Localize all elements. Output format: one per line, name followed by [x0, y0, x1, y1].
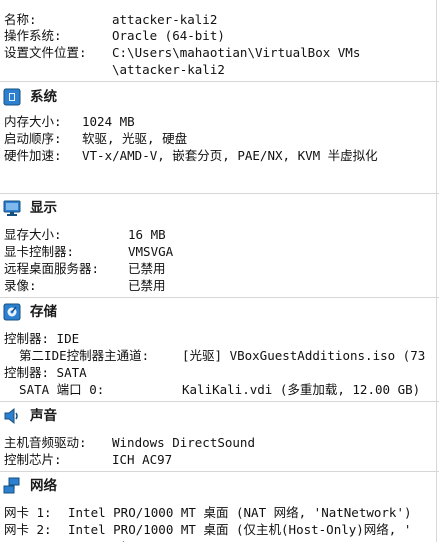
section-audio-header[interactable]: 声音 [0, 403, 439, 429]
display-recording-value: 已禁用 [128, 278, 166, 293]
storage-ide-port-label: 第二IDE控制器主通道: [4, 348, 150, 363]
audio-chip-row: 控制芯片: ICH AC97 [4, 452, 172, 468]
system-boot-row: 启动顺序: 软驱, 光驱, 硬盘 [4, 131, 187, 147]
system-boot-value: 软驱, 光驱, 硬盘 [82, 131, 188, 146]
general-config-cont-row: \attacker-kali2 [112, 62, 225, 78]
audio-driver-value: Windows DirectSound [112, 435, 255, 450]
display-rdp-row: 远程桌面服务器: 已禁用 [4, 261, 166, 277]
section-display-title: 显示 [30, 200, 57, 216]
section-divider [0, 193, 439, 194]
display-controller-label: 显卡控制器: [4, 244, 75, 259]
general-config-value: C:\Users\mahaotian\VirtualBox VMs [112, 45, 361, 60]
section-divider [0, 297, 439, 298]
display-controller-value: VMSVGA [128, 244, 174, 259]
section-system-title: 系统 [30, 89, 57, 105]
general-config-value-cont: \attacker-kali2 [112, 62, 225, 77]
section-divider [0, 471, 439, 472]
network-icon [3, 477, 21, 495]
display-recording-row: 录像: 已禁用 [4, 278, 166, 294]
system-memory-label: 内存大小: [4, 114, 62, 129]
network-nic1-label: 网卡 1: [4, 505, 52, 520]
section-system-header[interactable]: 系统 [0, 84, 439, 110]
audio-driver-label: 主机音频驱动: [4, 435, 87, 450]
storage-sata-port-label: SATA 端口 0: [4, 382, 105, 397]
section-storage-header[interactable]: 存储 [0, 299, 439, 325]
display-recording-label: 录像: [4, 278, 37, 293]
storage-ide-label: 控制器: IDE [4, 331, 80, 346]
display-controller-row: 显卡控制器: VMSVGA [4, 244, 173, 260]
display-vram-value: 16 MB [128, 227, 166, 242]
network-nic2-label: 网卡 2: [4, 522, 52, 537]
general-name-value: attacker-kali2 [112, 12, 218, 27]
display-rdp-value: 已禁用 [128, 261, 166, 276]
display-vram-label: 显存大小: [4, 227, 62, 242]
speaker-icon [3, 407, 21, 425]
section-network-header[interactable]: 网络 [0, 473, 439, 499]
storage-sata-row: 控制器: SATA [4, 365, 87, 381]
general-os-row: 操作系统: Oracle (64-bit) [4, 28, 225, 44]
display-vram-row: 显存大小: 16 MB [4, 227, 166, 243]
audio-chip-label: 控制芯片: [4, 452, 62, 467]
system-boot-label: 启动顺序: [4, 131, 62, 146]
display-rdp-label: 远程桌面服务器: [4, 261, 100, 276]
section-audio-title: 声音 [30, 408, 57, 424]
storage-sata-port-value: KaliKali.vdi (多重加载, 12.00 GB) [182, 382, 421, 397]
system-accel-value: VT-x/AMD-V, 嵌套分页, PAE/NX, KVM 半虚拟化 [82, 148, 378, 163]
audio-chip-value: ICH AC97 [112, 452, 173, 467]
general-name-row: 名称: attacker-kali2 [4, 12, 217, 28]
monitor-icon [3, 199, 21, 217]
section-divider [0, 401, 439, 402]
vm-details-panel: 名称: attacker-kali2 操作系统: Oracle (64-bit)… [0, 0, 439, 542]
network-nic2-row: 网卡 2: Intel PRO/1000 MT 桌面 (仅主机(Host-Onl… [4, 522, 411, 538]
storage-icon [3, 303, 21, 321]
section-network-title: 网络 [30, 478, 57, 494]
section-display-header[interactable]: 显示 [0, 195, 439, 221]
system-accel-row: 硬件加速: VT-x/AMD-V, 嵌套分页, PAE/NX, KVM 半虚拟化 [4, 148, 378, 164]
section-storage-title: 存储 [30, 304, 57, 320]
system-accel-label: 硬件加速: [4, 148, 62, 163]
audio-driver-row: 主机音频驱动: Windows DirectSound [4, 435, 255, 451]
section-divider [0, 81, 439, 82]
general-config-label: 设置文件位置: [4, 45, 87, 60]
network-nic1-value: Intel PRO/1000 MT 桌面 (NAT 网络, 'NatNetwor… [68, 505, 412, 520]
general-os-value: Oracle (64-bit) [112, 28, 225, 43]
general-name-label: 名称: [4, 12, 37, 27]
general-os-label: 操作系统: [4, 28, 62, 43]
network-nic2-value: Intel PRO/1000 MT 桌面 (仅主机(Host-Only)网络, … [68, 522, 412, 537]
general-config-row: 设置文件位置: C:\Users\mahaotian\VirtualBox VM… [4, 45, 360, 61]
system-memory-row: 内存大小: 1024 MB [4, 114, 135, 130]
chip-icon [3, 88, 21, 106]
storage-ide-port-row: 第二IDE控制器主通道: [光驱] VBoxGuestAdditions.iso… [4, 348, 425, 364]
storage-sata-label: 控制器: SATA [4, 365, 87, 380]
system-memory-value: 1024 MB [82, 114, 135, 129]
storage-sata-port-row: SATA 端口 0: KaliKali.vdi (多重加载, 12.00 GB) [4, 382, 420, 398]
storage-ide-port-value: [光驱] VBoxGuestAdditions.iso (73 [182, 348, 426, 363]
storage-ide-row: 控制器: IDE [4, 331, 79, 347]
network-nic1-row: 网卡 1: Intel PRO/1000 MT 桌面 (NAT 网络, 'Nat… [4, 505, 412, 521]
